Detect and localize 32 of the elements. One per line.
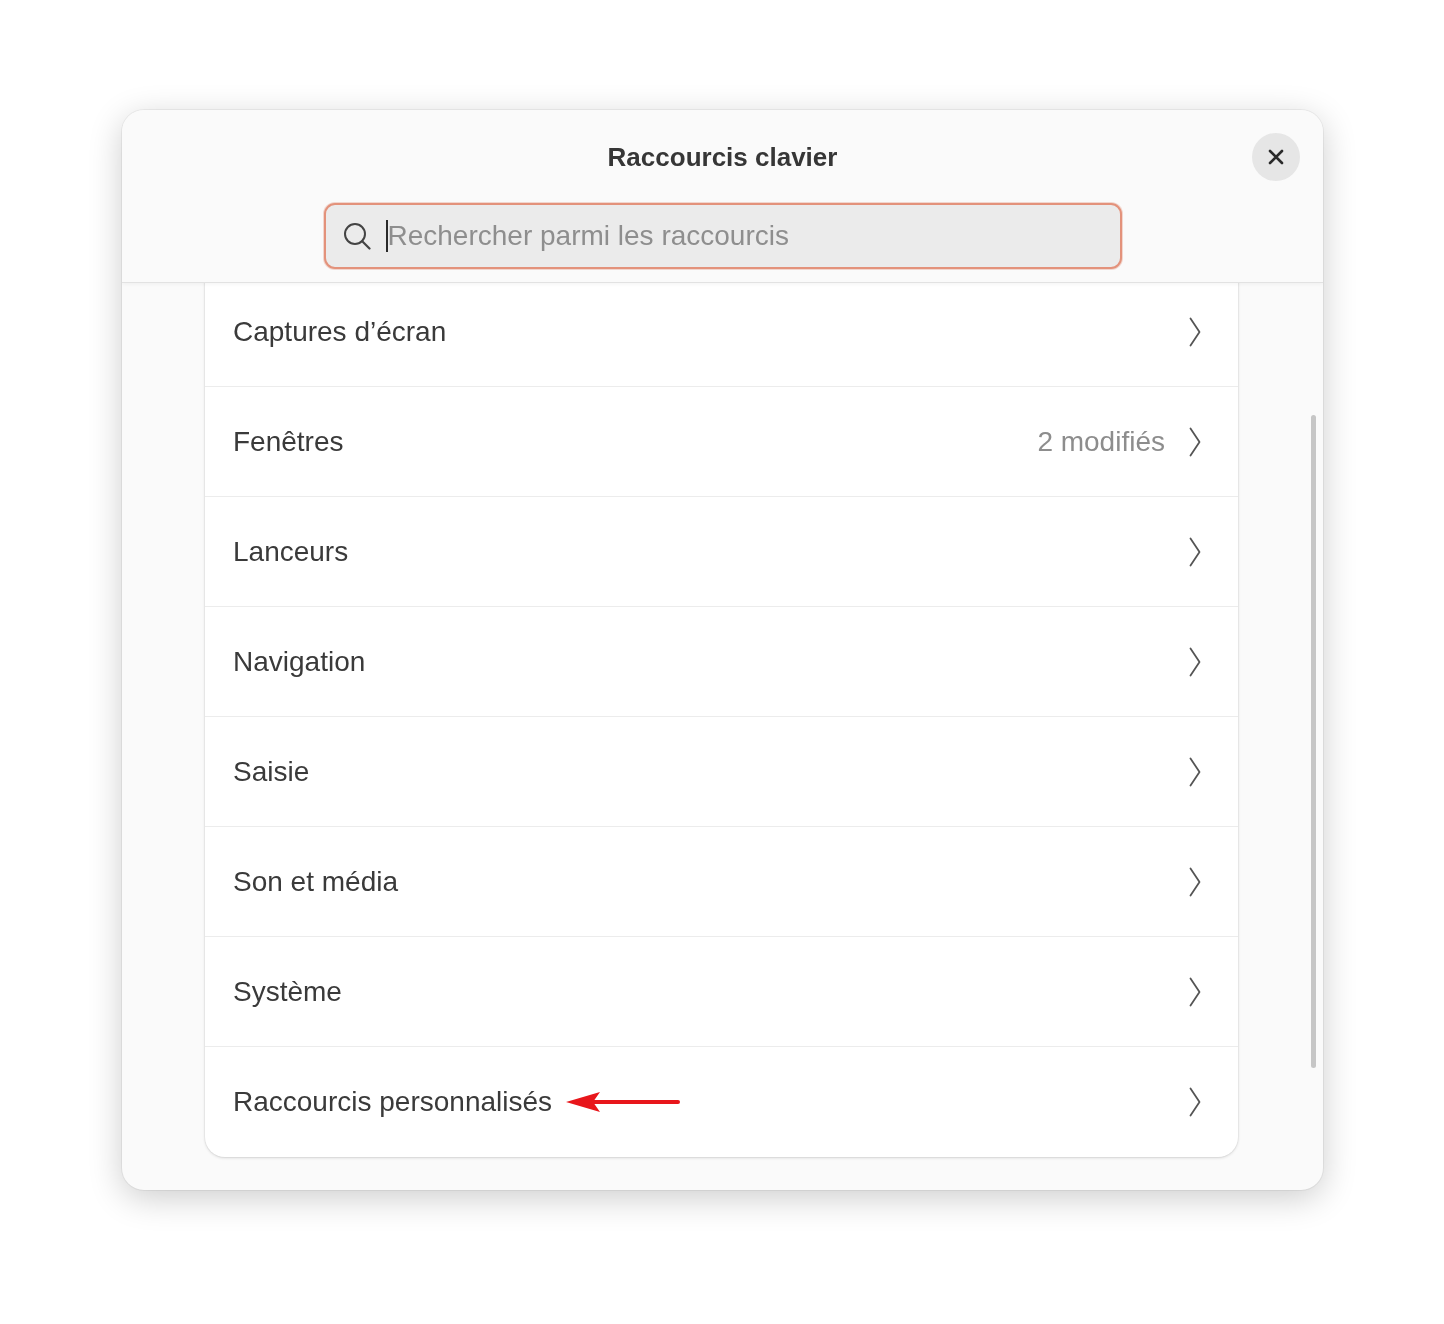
chevron-icon (1189, 646, 1201, 677)
category-label: Captures d’écran (233, 315, 447, 348)
text-cursor (385, 220, 388, 252)
modified-count: 2 modifiés (1037, 425, 1165, 458)
category-label: Lanceurs (233, 535, 349, 568)
category-row[interactable]: Fenêtres 2 modifiés (205, 387, 1238, 497)
category-row[interactable]: Saisie (205, 717, 1238, 827)
dialog-title: Raccourcis clavier (607, 141, 838, 173)
category-label: Saisie (233, 755, 310, 788)
chevron-icon (1189, 866, 1201, 897)
category-label: Navigation (233, 645, 366, 678)
chevron-icon (1189, 536, 1201, 567)
search-icon (342, 222, 371, 250)
scrollbar[interactable] (1311, 415, 1316, 1068)
chevron-icon (1189, 426, 1201, 457)
search-field[interactable]: Rechercher parmi les raccourcis (323, 203, 1122, 269)
category-row[interactable]: Raccourcis personnalisés (205, 1047, 1238, 1157)
chevron-icon (1189, 976, 1201, 1007)
chevron-icon (1189, 756, 1201, 787)
close-button[interactable] (1252, 133, 1300, 181)
chevron-icon (1189, 316, 1201, 347)
category-label: Système (233, 975, 342, 1008)
category-row[interactable]: Système (205, 937, 1238, 1047)
category-row[interactable]: Captures d’écran (205, 283, 1238, 387)
category-row[interactable]: Lanceurs (205, 497, 1238, 607)
chevron-icon (1189, 1087, 1201, 1117)
close-icon (1268, 149, 1284, 165)
category-row[interactable]: Son et média (205, 827, 1238, 937)
category-label: Fenêtres (233, 425, 344, 458)
category-label: Raccourcis personnalisés (233, 1086, 553, 1118)
category-label: Son et média (233, 865, 398, 898)
category-row[interactable]: Navigation (205, 607, 1238, 717)
